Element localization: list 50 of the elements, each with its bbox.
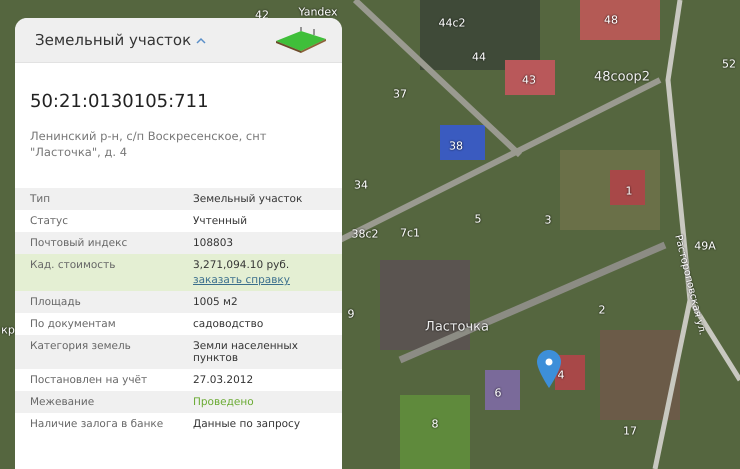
field-label: Статус [30,215,69,227]
field-label: По документам [30,318,117,330]
field-value: 108803 [193,237,234,249]
map-label: 4 [558,368,564,382]
map-label: 38 [449,140,463,152]
status-value: Проведено [193,396,254,408]
map-label: 17 [623,424,637,438]
map-label: 1 [626,184,632,198]
map-label: 3 [544,214,552,226]
map-label: 6 [494,386,502,400]
map-label: 52 [722,58,736,70]
field-value: Данные по запросу [193,418,300,430]
map-label: Yandex [298,6,338,18]
field-value: садоводство [193,318,264,330]
map-label: Ласточка [425,320,489,334]
map-label: 48 [604,14,618,26]
map-label: 7с1 [400,226,420,240]
map-label: 8 [432,418,438,430]
panel-title: Земельный участок [35,31,192,49]
map-label: 9 [348,308,354,320]
address-text: Ленинский р-н, с/п Воскресенское, снт "Ласточка", д. 4 [30,128,268,160]
field-label: Площадь [30,296,82,308]
field-label: Почтовый индекс [30,237,128,249]
field-value: 1005 м2 [193,296,238,308]
map-label: 5 [474,212,482,226]
map-label: 38с2 [351,228,379,240]
field-label: Межевание [30,396,96,408]
map-label: 48соор2 [594,70,650,84]
map-label: 34 [354,178,368,192]
map-label: 44с2 [438,16,466,30]
field-value: 3,271,094.10 руб. [193,259,290,271]
map-label: 37 [393,88,407,100]
field-label: Тип [30,193,52,205]
field-label: Наличие залога в банке [30,418,164,430]
panel-header[interactable]: Земельный участок [15,18,342,63]
field-value: 27.03.2012 [193,374,254,386]
field-label: Кад. стоимость [30,259,116,273]
field-value: Земельный участок [193,193,302,205]
field-value: Учтенный [193,215,248,227]
field-label: Категория земель [30,340,132,354]
cadastral-number: 50:21:0130105:711 [30,91,210,112]
chevron-icon[interactable] [196,36,206,44]
order-report-link[interactable]: заказать справку [193,274,290,286]
map-label: 44 [472,50,486,64]
land-plot-icon [274,27,328,53]
map-label: кр [1,324,15,336]
map-label: 43 [522,74,536,86]
map-label: 2 [598,304,606,316]
field-label: Постановлен на учёт [30,374,148,386]
field-value: Земли населенных пунктов [193,340,298,364]
